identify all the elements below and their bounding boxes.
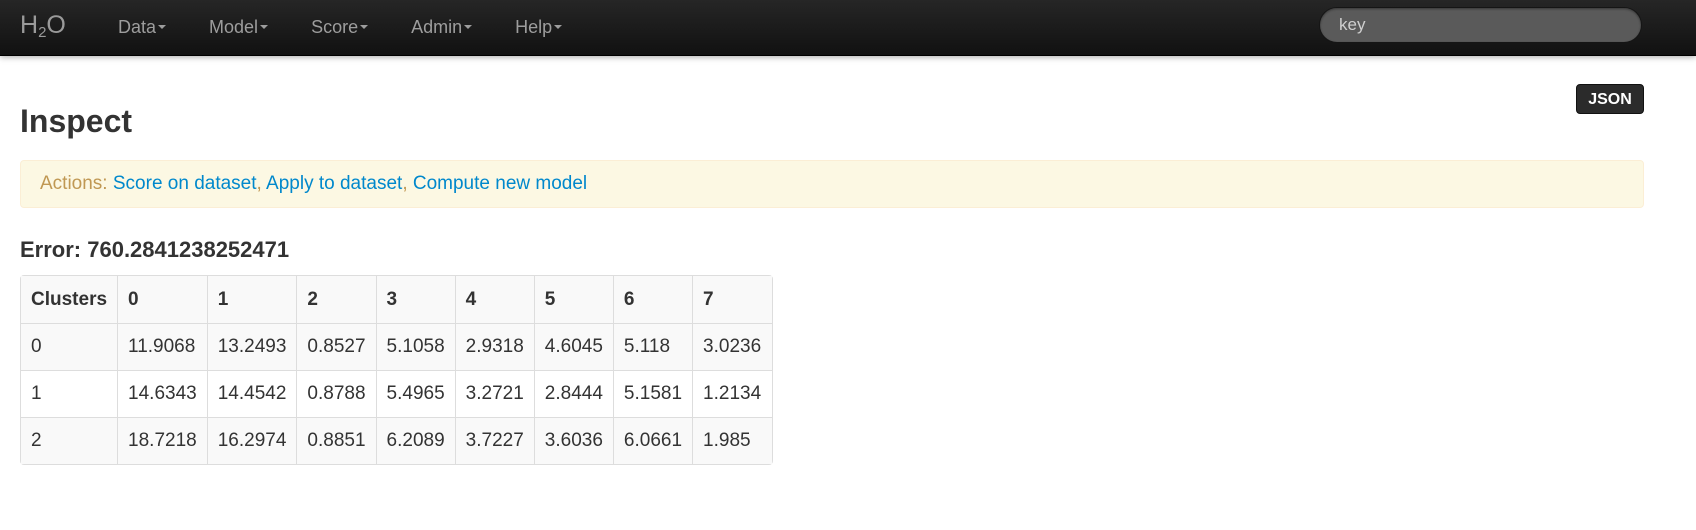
- table-cell: 1: [21, 370, 118, 417]
- clusters-table: Clusters 0 1 2 3 4 5 6 7 0 11.9068 13.24…: [20, 275, 774, 465]
- table-cell: 16.2974: [206, 417, 297, 464]
- compute-new-model-link[interactable]: Compute new model: [413, 173, 587, 194]
- table-cell: 5.4965: [375, 370, 455, 417]
- table-cell: 0.8851: [296, 417, 376, 464]
- page-title: Inspect: [20, 103, 133, 139]
- table-cell: 3.7227: [454, 417, 534, 464]
- column-header: 5: [533, 276, 613, 323]
- actions-label: Actions:: [40, 173, 108, 194]
- table-cell: 6.0661: [612, 417, 693, 464]
- table-cell: 5.1581: [612, 370, 693, 417]
- table-cell: 11.9068: [117, 323, 207, 370]
- table-cell: 13.2493: [206, 323, 297, 370]
- column-header: 4: [454, 276, 534, 323]
- table-cell: 0.8788: [296, 370, 376, 417]
- caret-down-icon: [360, 24, 369, 29]
- table-cell: 14.4542: [206, 370, 297, 417]
- menu-admin[interactable]: Admin: [389, 0, 493, 55]
- table-cell: 4.6045: [533, 323, 613, 370]
- column-header: 0: [117, 276, 207, 323]
- column-header: 7: [692, 276, 773, 323]
- table-cell: 3.0236: [692, 323, 773, 370]
- menu-model[interactable]: Model: [187, 0, 289, 55]
- table-cell: 5.118: [612, 323, 693, 370]
- table-cell: 3.2721: [454, 370, 534, 417]
- table-header-row: Clusters 0 1 2 3 4 5 6 7: [21, 276, 773, 323]
- actions-separator: ,: [402, 173, 408, 194]
- column-header: 3: [375, 276, 455, 323]
- key-search-input[interactable]: [1319, 7, 1642, 43]
- table-cell: 3.6036: [533, 417, 613, 464]
- column-header: 2: [296, 276, 376, 323]
- caret-down-icon: [554, 24, 563, 29]
- table-cell: 14.6343: [117, 370, 207, 417]
- h2o-logo[interactable]: H2O: [20, 10, 66, 40]
- table-cell: 0.8527: [296, 323, 376, 370]
- table-cell: 6.2089: [375, 417, 455, 464]
- table-row: 0 11.9068 13.2493 0.8527 5.1058 2.9318 4…: [21, 323, 773, 370]
- table-cell: 18.7218: [117, 417, 207, 464]
- caret-down-icon: [158, 24, 167, 29]
- table-cell: 2.9318: [454, 323, 534, 370]
- main-menu: Data Model Score Admin Help: [96, 0, 583, 55]
- actions-separator: ,: [256, 173, 262, 194]
- table-row: 2 18.7218 16.2974 0.8851 6.2089 3.7227 3…: [21, 417, 773, 464]
- menu-data[interactable]: Data: [96, 0, 187, 55]
- column-header: 1: [206, 276, 297, 323]
- score-on-dataset-link[interactable]: Score on dataset: [113, 173, 257, 194]
- table-cell: 1.985: [692, 417, 773, 464]
- table-row: 1 14.6343 14.4542 0.8788 5.4965 3.2721 2…: [21, 370, 773, 417]
- table-cell: 5.1058: [375, 323, 455, 370]
- table-cell: 0: [21, 323, 118, 370]
- apply-to-dataset-link[interactable]: Apply to dataset: [266, 173, 402, 194]
- actions-alert: Actions: Score on dataset, Apply to data…: [20, 160, 1644, 208]
- caret-down-icon: [260, 24, 269, 29]
- column-header: 6: [612, 276, 693, 323]
- column-header: Clusters: [21, 276, 118, 323]
- caret-down-icon: [464, 24, 473, 29]
- json-button[interactable]: JSON: [1576, 84, 1644, 114]
- top-navbar: H2O Data Model Score Admin Help: [0, 0, 1696, 56]
- table-cell: 2: [21, 417, 118, 464]
- error-value: Error: 760.2841238252471: [20, 237, 290, 262]
- table-cell: 2.8444: [533, 370, 613, 417]
- table-cell: 1.2134: [692, 370, 773, 417]
- menu-score[interactable]: Score: [289, 0, 389, 55]
- menu-help[interactable]: Help: [493, 0, 583, 55]
